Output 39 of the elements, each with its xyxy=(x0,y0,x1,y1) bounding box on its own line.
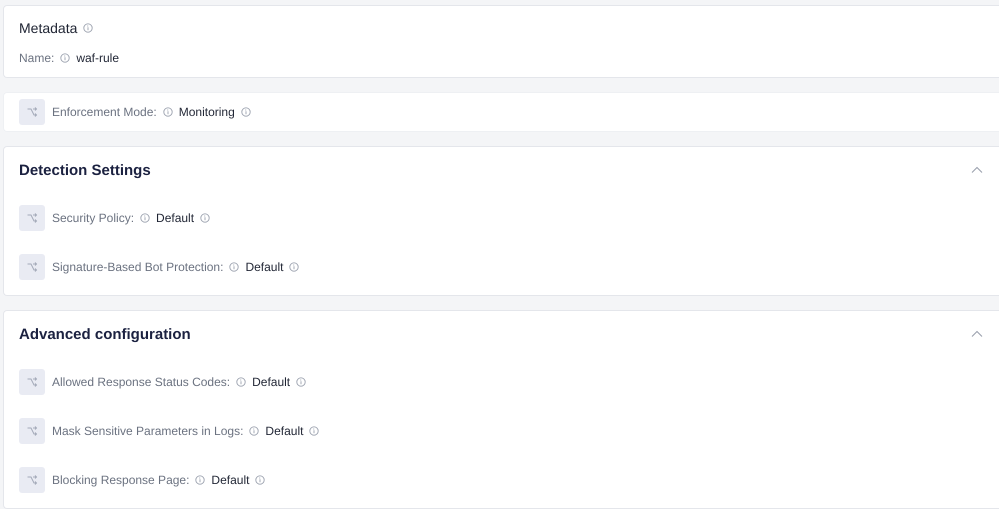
info-icon xyxy=(162,106,173,117)
chevron-icon[interactable] xyxy=(971,166,983,174)
info-icon xyxy=(289,262,300,272)
card-title: Metadata xyxy=(19,20,78,36)
field-value: Default xyxy=(156,210,194,224)
field-value: Default xyxy=(252,374,290,388)
branch-icon[interactable] xyxy=(19,466,45,492)
info-icon xyxy=(60,53,70,63)
info-icon xyxy=(249,426,260,436)
field-label: Enforcement Mode: xyxy=(52,104,157,119)
branch-icon[interactable] xyxy=(19,254,45,280)
info-icon xyxy=(195,474,206,484)
branch-icon[interactable] xyxy=(19,418,45,444)
field-label: Name: xyxy=(19,51,54,65)
field-value: Default xyxy=(211,472,250,486)
info-icon xyxy=(255,474,266,484)
info-icon xyxy=(240,106,251,117)
branch-icon[interactable] xyxy=(19,98,45,125)
branch-icon[interactable] xyxy=(19,204,45,230)
field-label: Security Policy: xyxy=(52,210,134,224)
info-icon xyxy=(309,426,320,436)
field-label: Allowed Response Status Codes: xyxy=(52,374,230,388)
branch-icon[interactable] xyxy=(19,368,45,394)
info-icon xyxy=(140,212,150,222)
info-icon xyxy=(236,376,246,386)
info-icon xyxy=(200,212,210,222)
field-label: Mask Sensitive Parameters in Logs: xyxy=(52,424,244,438)
section-title: Advanced configuration xyxy=(19,326,191,342)
field-value: Monitoring xyxy=(178,104,235,119)
chevron-icon[interactable] xyxy=(971,330,983,338)
info-icon xyxy=(83,23,94,33)
info-icon xyxy=(296,376,306,386)
info-icon xyxy=(229,262,240,272)
section-title: Detection Settings xyxy=(19,162,151,178)
field-value: Default xyxy=(265,424,304,438)
field-label: Signature-Based Bot Protection: xyxy=(52,260,224,274)
field-label: Blocking Response Page: xyxy=(52,472,190,486)
field-value: Default xyxy=(245,260,284,274)
field-value: waf-rule xyxy=(76,51,120,65)
